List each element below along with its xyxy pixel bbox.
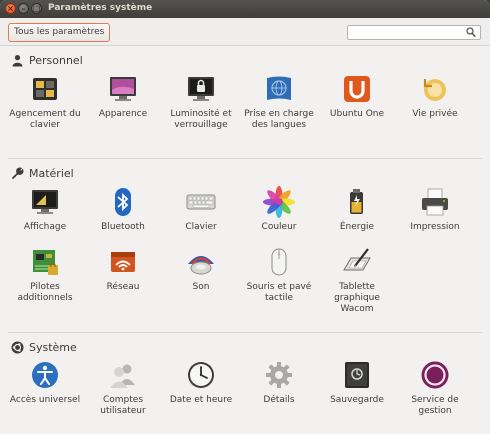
setting-label: Son: [192, 282, 210, 292]
search-icon[interactable]: [466, 27, 476, 38]
section-personal-header: Personnel: [11, 53, 83, 67]
section-system-title: Système: [29, 340, 77, 354]
details-icon: [266, 362, 292, 388]
setting-label: Impression: [410, 222, 460, 232]
setting-label: Affichage: [23, 222, 67, 232]
setting-privacy[interactable]: Vie privée: [397, 73, 473, 120]
setting-label: Souris et pavé tactile: [246, 282, 312, 303]
setting-appearance[interactable]: Apparence: [85, 73, 161, 120]
toolbar: Tous les paramètres: [0, 18, 490, 46]
section-system-header: Système: [11, 340, 77, 354]
person-icon: [12, 54, 23, 66]
setting-network[interactable]: Réseau: [85, 246, 161, 293]
wacom-tablet-icon: [343, 248, 371, 271]
drivers-icon: [33, 250, 58, 275]
mouse-icon: [271, 248, 287, 276]
setting-label: Agencement du clavier: [9, 109, 81, 130]
management-service-icon: [421, 361, 449, 389]
setting-ubuntu-one[interactable]: Ubuntu One: [319, 73, 395, 120]
maximize-icon: □: [32, 4, 41, 13]
backup-icon: [345, 362, 369, 388]
setting-date-time[interactable]: Date et heure: [163, 359, 239, 406]
title-bar: × – □ Paramètres système: [0, 0, 490, 18]
ubuntu-one-icon: [344, 76, 370, 102]
power-icon: [350, 189, 363, 214]
setting-label: Comptes utilisateur: [100, 395, 146, 416]
minimize-icon: –: [21, 4, 26, 13]
display-icon: [32, 190, 58, 214]
setting-label: Sauvegarde: [330, 395, 384, 405]
search-box[interactable]: [347, 25, 481, 40]
setting-mouse-touchpad[interactable]: Souris et pavé tactile: [241, 246, 317, 304]
setting-label: Apparence: [98, 109, 148, 119]
setting-label: Réseau: [106, 282, 140, 292]
setting-management-service[interactable]: Service de gestion: [397, 359, 473, 417]
privacy-icon: [423, 79, 446, 101]
universal-access-icon: [32, 362, 58, 388]
setting-label: Pilotes additionnels: [17, 282, 73, 303]
brightness-lock-icon: [188, 77, 214, 101]
setting-label: Clavier: [185, 222, 217, 232]
window-title: Paramètres système: [48, 3, 153, 13]
setting-display[interactable]: Affichage: [7, 186, 83, 233]
section-hardware-header: Matériel: [11, 166, 74, 180]
section-personal-title: Personnel: [29, 53, 83, 67]
setting-label: Prise en charge des langues: [244, 109, 314, 130]
setting-label: Vie privée: [412, 109, 458, 119]
section-divider: [8, 158, 482, 159]
section-hardware-title: Matériel: [29, 166, 74, 180]
minimize-button[interactable]: –: [18, 3, 29, 14]
sound-icon: [188, 256, 214, 275]
system-settings-window: × – □ Paramètres système Tous les paramè…: [0, 0, 490, 434]
setting-label: Bluetooth: [101, 222, 145, 232]
setting-label: Ubuntu One: [329, 109, 385, 119]
setting-label: Accès universel: [9, 395, 81, 405]
setting-language-support[interactable]: Prise en charge des langues: [241, 73, 317, 131]
setting-label: Couleur: [261, 222, 297, 232]
setting-label: Service de gestion: [411, 395, 459, 416]
setting-label: Tablette graphique Wacom: [334, 282, 380, 314]
color-icon: [263, 186, 295, 218]
setting-universal-access[interactable]: Accès universel: [7, 359, 83, 406]
setting-label: Date et heure: [169, 395, 233, 405]
setting-keyboard[interactable]: Clavier: [163, 186, 239, 233]
setting-bluetooth[interactable]: Bluetooth: [85, 186, 161, 233]
bluetooth-icon: [115, 188, 131, 216]
search-input[interactable]: [348, 26, 458, 39]
setting-label: Luminosité et verrouillage: [170, 109, 232, 130]
setting-backup[interactable]: Sauvegarde: [319, 359, 395, 406]
setting-label: Détails: [263, 395, 295, 405]
printer-icon: [422, 188, 448, 216]
keyboard-layout-icon: [33, 78, 57, 100]
setting-keyboard-layout[interactable]: Agencement du clavier: [7, 73, 83, 131]
setting-color[interactable]: Couleur: [241, 186, 317, 233]
setting-additional-drivers[interactable]: Pilotes additionnels: [7, 246, 83, 304]
network-icon: [111, 252, 135, 272]
setting-brightness-lock[interactable]: Luminosité et verrouillage: [163, 73, 239, 131]
all-settings-button[interactable]: Tous les paramètres: [8, 23, 111, 42]
setting-label: Énergie: [339, 222, 375, 232]
wrench-icon: [12, 167, 24, 179]
appearance-icon: [110, 77, 136, 101]
ubuntu-logo-icon: [11, 341, 24, 353]
clock-icon: [188, 362, 214, 388]
language-support-icon: [267, 76, 291, 100]
user-accounts-icon: [110, 364, 135, 388]
maximize-button[interactable]: □: [31, 3, 42, 14]
keyboard-icon: [186, 194, 216, 210]
setting-details[interactable]: Détails: [241, 359, 317, 406]
close-icon: ×: [7, 4, 14, 13]
setting-sound[interactable]: Son: [163, 246, 239, 293]
setting-wacom-tablet[interactable]: Tablette graphique Wacom: [319, 246, 395, 315]
setting-user-accounts[interactable]: Comptes utilisateur: [85, 359, 161, 417]
setting-power[interactable]: Énergie: [319, 186, 395, 233]
section-divider: [8, 332, 482, 333]
close-button[interactable]: ×: [5, 3, 16, 14]
setting-printing[interactable]: Impression: [397, 186, 473, 233]
